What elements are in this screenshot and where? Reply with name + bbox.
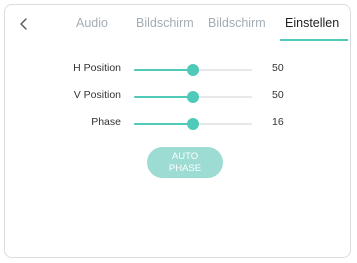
setting-row-phase: Phase 16 — [5, 114, 352, 134]
tab-bar: Audio Bildschirm Bildschirm Einstellen — [5, 5, 352, 43]
v-position-value: 50 — [272, 89, 284, 101]
h-position-slider-fill — [134, 69, 193, 71]
h-position-value: 50 — [272, 62, 284, 74]
phase-slider-thumb[interactable] — [187, 118, 199, 130]
v-position-slider-thumb[interactable] — [187, 91, 199, 103]
h-position-slider[interactable] — [134, 64, 252, 76]
phase-slider[interactable] — [134, 118, 252, 130]
phase-label: Phase — [91, 116, 121, 128]
auto-phase-button[interactable]: AUTO PHASE — [147, 147, 223, 178]
v-position-label: V Position — [73, 89, 121, 101]
v-position-slider[interactable] — [134, 91, 252, 103]
setting-row-v-position: V Position 50 — [5, 87, 352, 107]
tab-audio[interactable]: Audio — [76, 16, 108, 30]
settings-panel: Audio Bildschirm Bildschirm Einstellen H… — [4, 4, 351, 258]
tab-bildschirm-1[interactable]: Bildschirm — [136, 16, 194, 30]
phase-slider-fill — [134, 123, 193, 125]
v-position-slider-fill — [134, 96, 193, 98]
active-tab-indicator — [280, 39, 348, 41]
tab-einstellen[interactable]: Einstellen — [285, 16, 339, 30]
h-position-label: H Position — [73, 62, 121, 74]
tab-bildschirm-2[interactable]: Bildschirm — [208, 16, 266, 30]
setting-row-h-position: H Position 50 — [5, 60, 352, 80]
auto-phase-label: AUTO PHASE — [168, 151, 202, 174]
h-position-slider-thumb[interactable] — [187, 64, 199, 76]
phase-value: 16 — [272, 116, 284, 128]
